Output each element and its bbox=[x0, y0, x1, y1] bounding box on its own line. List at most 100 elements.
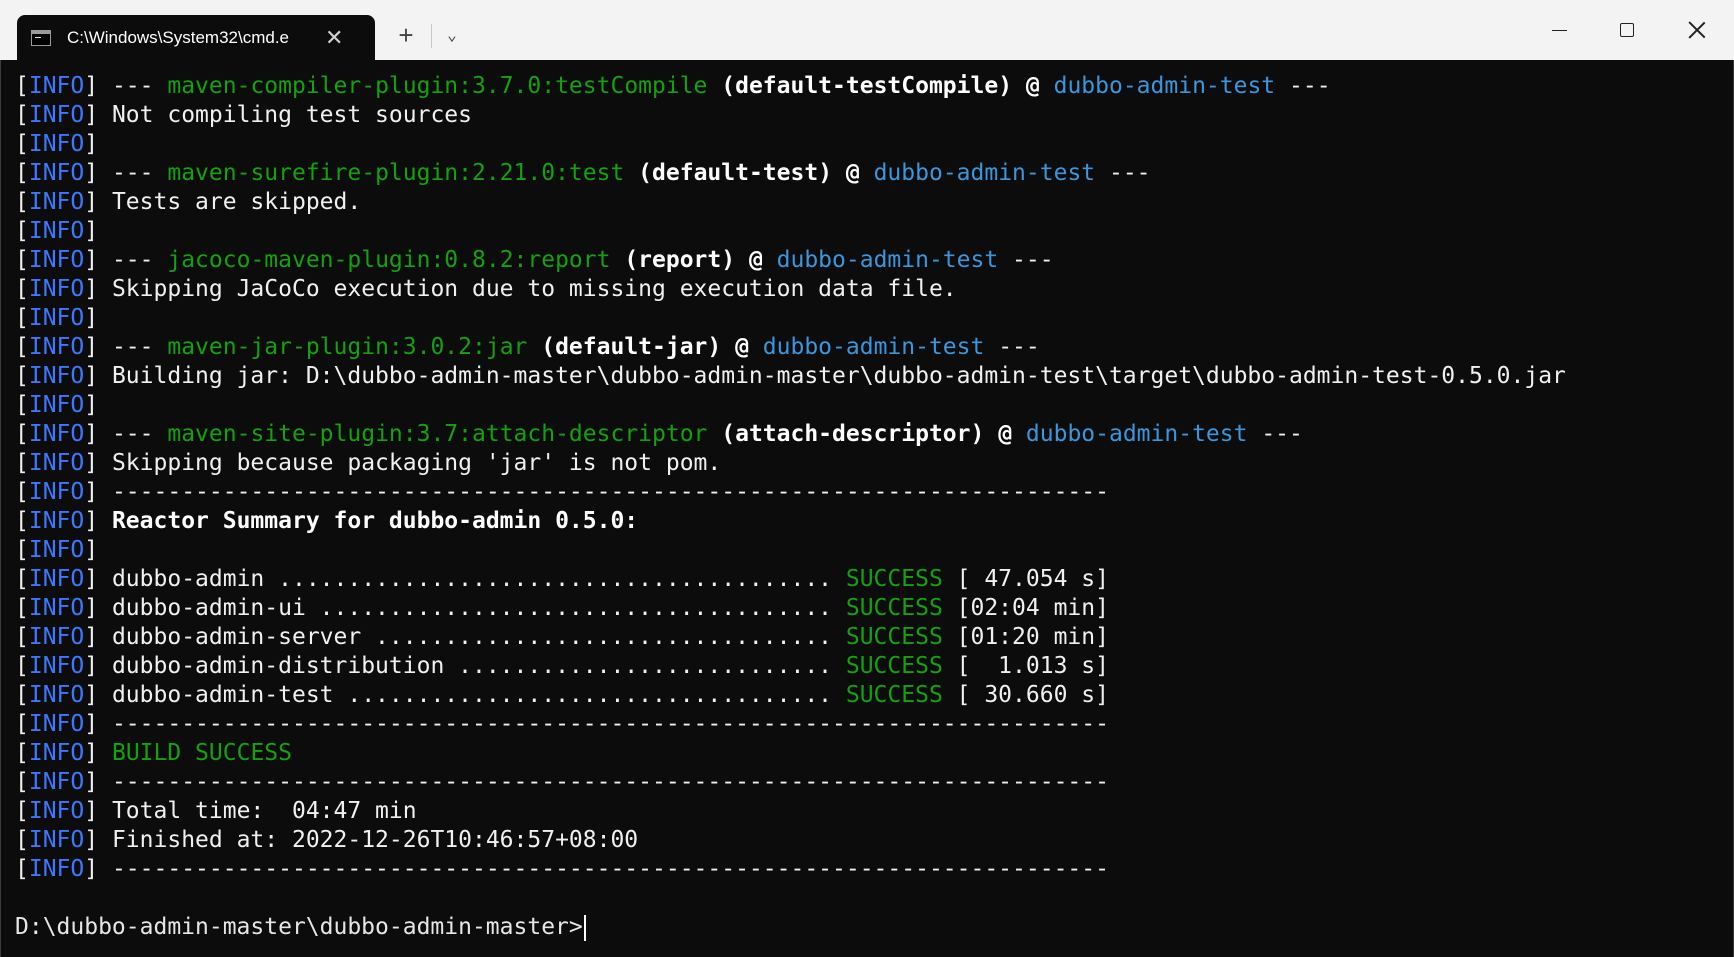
bracket: ] bbox=[84, 566, 99, 592]
bracket: ] bbox=[84, 392, 99, 418]
execution-id: (default-jar) @ bbox=[527, 334, 763, 360]
log-text: --- bbox=[1275, 73, 1331, 99]
console-line: [INFO] --- jacoco-maven-plugin:0.8.2:rep… bbox=[15, 246, 1566, 275]
status-text: SUCCESS bbox=[845, 682, 943, 708]
project-name: dubbo-admin-test bbox=[776, 247, 999, 273]
execution-id: (report) @ bbox=[610, 247, 777, 273]
duration-text: [ 1.013 s] bbox=[942, 653, 1109, 679]
command-prompt[interactable]: D:\dubbo-admin-master\dubbo-admin-master… bbox=[15, 912, 586, 942]
summary-heading: Reactor Summary for dubbo-admin 0.5.0: bbox=[98, 508, 639, 534]
log-text: dubbo-admin-server .....................… bbox=[98, 624, 846, 650]
log-level-tag: INFO bbox=[28, 247, 85, 273]
execution-id: (default-testCompile) @ bbox=[707, 73, 1054, 99]
bracket: [ bbox=[15, 421, 29, 447]
bracket: [ bbox=[15, 566, 29, 592]
console-line: [INFO] --- maven-site-plugin:3.7:attach-… bbox=[15, 420, 1566, 449]
console-line: [INFO] --- maven-surefire-plugin:2.21.0:… bbox=[15, 159, 1566, 188]
bracket: ] bbox=[84, 653, 99, 679]
bracket: [ bbox=[15, 682, 29, 708]
log-level-tag: INFO bbox=[28, 450, 85, 476]
log-level-tag: INFO bbox=[28, 73, 85, 99]
console-line: [INFO] Tests are skipped. bbox=[15, 188, 1566, 217]
log-text: Skipping because packaging 'jar' is not … bbox=[98, 450, 722, 476]
bracket: ] bbox=[84, 856, 99, 882]
bracket: [ bbox=[15, 827, 29, 853]
bracket: ] bbox=[84, 305, 99, 331]
log-level-tag: INFO bbox=[28, 218, 85, 244]
console-lines: [INFO] --- maven-compiler-plugin:3.7.0:t… bbox=[15, 72, 1566, 884]
console-line: [INFO] dubbo-admin-distribution ........… bbox=[15, 652, 1566, 681]
log-level-tag: INFO bbox=[28, 421, 85, 447]
project-name: dubbo-admin-test bbox=[1053, 73, 1276, 99]
plus-icon[interactable]: + bbox=[392, 20, 420, 50]
maximize-button[interactable] bbox=[1604, 10, 1650, 50]
console-line: [INFO] bbox=[15, 536, 1566, 565]
log-text: ----------------------------------------… bbox=[98, 479, 1109, 505]
log-text: ----------------------------------------… bbox=[98, 711, 1109, 737]
bracket: [ bbox=[15, 711, 29, 737]
window-close-button[interactable] bbox=[1674, 10, 1720, 50]
text-cursor bbox=[583, 914, 586, 941]
log-level-tag: INFO bbox=[28, 566, 85, 592]
log-level-tag: INFO bbox=[28, 131, 85, 157]
bracket: ] bbox=[84, 421, 99, 447]
bracket: ] bbox=[84, 73, 99, 99]
title-bar: C:\Windows\System32\cmd.e ✕ + ⌄ bbox=[0, 0, 1734, 60]
log-level-tag: INFO bbox=[28, 711, 85, 737]
log-level-tag: INFO bbox=[28, 653, 85, 679]
bracket: [ bbox=[15, 131, 29, 157]
console-line: [INFO] ---------------------------------… bbox=[15, 768, 1566, 797]
bracket: [ bbox=[15, 276, 29, 302]
log-level-tag: INFO bbox=[28, 392, 85, 418]
console-line: [INFO] Finished at: 2022-12-26T10:46:57+… bbox=[15, 826, 1566, 855]
project-name: dubbo-admin-test bbox=[762, 334, 985, 360]
plugin-goal: maven-compiler-plugin:3.7.0:testCompile bbox=[167, 73, 708, 99]
chevron-down-icon[interactable]: ⌄ bbox=[438, 20, 466, 50]
log-text: Not compiling test sources bbox=[98, 102, 472, 128]
log-level-tag: INFO bbox=[28, 740, 85, 766]
log-level-tag: INFO bbox=[28, 305, 85, 331]
duration-text: [02:04 min] bbox=[942, 595, 1109, 621]
bracket: [ bbox=[15, 479, 29, 505]
bracket: [ bbox=[15, 392, 29, 418]
console-line: [INFO] ---------------------------------… bbox=[15, 710, 1566, 739]
bracket: [ bbox=[15, 189, 29, 215]
console-line: [INFO] bbox=[15, 217, 1566, 246]
log-level-tag: INFO bbox=[28, 479, 85, 505]
log-text: --- bbox=[98, 73, 168, 99]
log-level-tag: INFO bbox=[28, 160, 85, 186]
close-icon[interactable]: ✕ bbox=[325, 25, 343, 51]
console-line: [INFO] bbox=[15, 130, 1566, 159]
bracket: [ bbox=[15, 160, 29, 186]
prompt-text: D:\dubbo-admin-master\dubbo-admin-master… bbox=[15, 914, 583, 940]
log-text: --- bbox=[1247, 421, 1303, 447]
project-name: dubbo-admin-test bbox=[1025, 421, 1248, 447]
status-text: BUILD SUCCESS bbox=[111, 740, 292, 766]
duration-text: [ 30.660 s] bbox=[942, 682, 1109, 708]
bracket: [ bbox=[15, 450, 29, 476]
terminal-icon bbox=[31, 29, 51, 46]
console-output[interactable]: [INFO] --- maven-compiler-plugin:3.7.0:t… bbox=[0, 60, 1734, 957]
bracket: ] bbox=[84, 189, 99, 215]
tab-title: C:\Windows\System32\cmd.e bbox=[67, 27, 290, 47]
log-level-tag: INFO bbox=[28, 508, 85, 534]
minimize-button[interactable] bbox=[1536, 10, 1582, 50]
bracket: ] bbox=[84, 102, 99, 128]
console-line: [INFO] Building jar: D:\dubbo-admin-mast… bbox=[15, 362, 1566, 391]
console-line: [INFO] ---------------------------------… bbox=[15, 855, 1566, 884]
bracket: ] bbox=[84, 160, 99, 186]
execution-id: (default-test) @ bbox=[624, 160, 874, 186]
bracket: ] bbox=[84, 450, 99, 476]
log-level-tag: INFO bbox=[28, 363, 85, 389]
bracket: [ bbox=[15, 740, 29, 766]
terminal-tab[interactable]: C:\Windows\System32\cmd.e ✕ bbox=[17, 15, 375, 60]
bracket: [ bbox=[15, 798, 29, 824]
bracket: [ bbox=[15, 653, 29, 679]
status-text: SUCCESS bbox=[845, 624, 943, 650]
bracket: [ bbox=[15, 595, 29, 621]
log-text: Finished at: 2022-12-26T10:46:57+08:00 bbox=[98, 827, 639, 853]
duration-text: [01:20 min] bbox=[942, 624, 1109, 650]
log-level-tag: INFO bbox=[28, 769, 85, 795]
plugin-goal: maven-surefire-plugin:2.21.0:test bbox=[167, 160, 625, 186]
bracket: ] bbox=[84, 537, 99, 563]
